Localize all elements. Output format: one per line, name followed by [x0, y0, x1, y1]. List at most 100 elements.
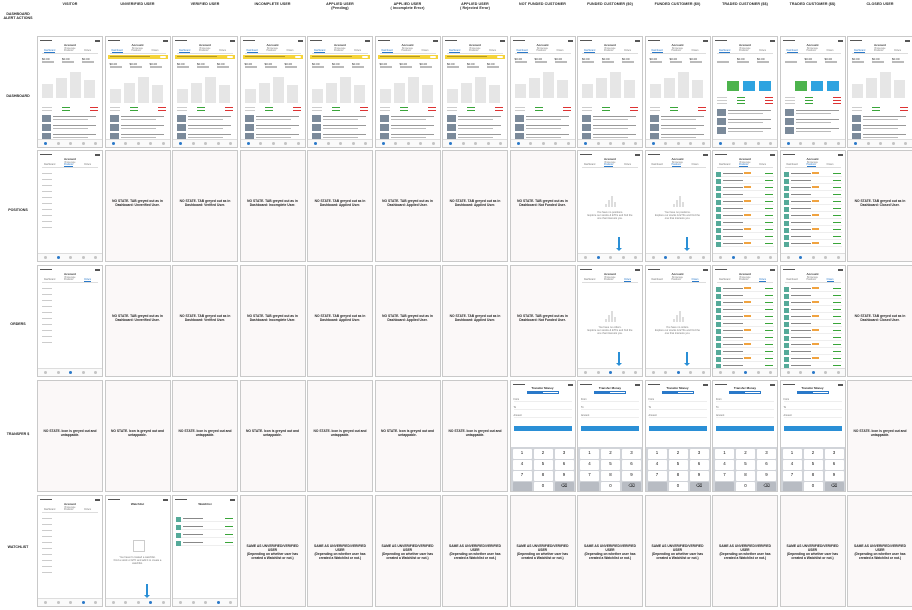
transfer-field[interactable]: To [783, 406, 842, 410]
list-row[interactable] [783, 300, 842, 306]
tab-orders[interactable]: Orders [84, 279, 92, 282]
tab-bar-icon[interactable] [449, 141, 452, 145]
tab-dashboard[interactable]: Dashboard [787, 164, 798, 166]
tab-bar-icon[interactable] [259, 141, 262, 145]
keypad-key[interactable]: 5 [601, 460, 620, 470]
keypad-key[interactable]: 1 [647, 449, 667, 459]
list-row[interactable] [783, 185, 842, 191]
list-row[interactable] [783, 342, 842, 348]
tab-orders[interactable]: Orders [84, 164, 91, 166]
tab-bar-icon[interactable] [351, 141, 355, 145]
tab-bar-icon[interactable] [56, 600, 60, 604]
list-row[interactable] [783, 286, 842, 292]
news-item[interactable] [109, 115, 166, 123]
tab-bar-icon[interactable] [111, 600, 115, 604]
tab-orders[interactable]: Orders [557, 50, 564, 52]
tab-bar-icon[interactable] [229, 600, 232, 604]
tab-orders[interactable]: Orders [219, 50, 226, 52]
list-row[interactable] [716, 199, 774, 205]
tab-bar-icon[interactable] [381, 141, 385, 145]
list-row[interactable] [783, 213, 842, 219]
tab-bar-icon[interactable] [554, 141, 557, 145]
tab-positions[interactable]: Positions [807, 279, 816, 281]
tab-bar-icon[interactable] [516, 141, 520, 145]
list-row[interactable] [716, 234, 774, 240]
keypad-key[interactable]: 6 [622, 460, 641, 470]
keypad-key[interactable]: ⌫ [554, 482, 574, 491]
tab-positions[interactable]: Positions [671, 164, 681, 167]
watchlist-row[interactable] [176, 524, 234, 530]
tab-bar-icon[interactable] [191, 141, 195, 145]
tab-positions[interactable]: Positions [672, 50, 681, 52]
tab-bar-icon[interactable] [621, 370, 625, 374]
keypad-key[interactable]: 9 [554, 471, 574, 481]
keypad-key[interactable]: 7 [647, 471, 667, 481]
tab-bar-icon[interactable] [731, 255, 735, 259]
news-item[interactable] [852, 124, 908, 132]
transfer-submit-button[interactable] [648, 426, 707, 431]
tab-bar-icon[interactable] [431, 141, 435, 145]
tab-bar-icon[interactable] [891, 141, 895, 145]
tab-bar-icon[interactable] [634, 141, 637, 145]
tab-bar-icon[interactable] [701, 141, 705, 145]
tab-bar-icon[interactable] [676, 255, 680, 259]
news-item[interactable] [244, 124, 301, 132]
tab-positions[interactable]: Positions [402, 50, 411, 52]
tab-bar-icon[interactable] [744, 370, 747, 374]
tab-dashboard[interactable]: Dashboard [786, 50, 798, 53]
news-item[interactable] [852, 115, 908, 123]
tab-positions[interactable]: Positions [739, 279, 748, 281]
tab-bar-icon[interactable] [461, 141, 465, 145]
keypad-key[interactable]: 0 [803, 482, 823, 491]
tab-bar-icon[interactable] [314, 141, 317, 145]
tab-orders[interactable]: Orders [624, 164, 631, 166]
tab-positions[interactable]: Positions [334, 50, 343, 52]
keypad-key[interactable]: 5 [736, 460, 755, 470]
alert-action-button[interactable] [429, 55, 436, 59]
tab-bar-icon[interactable] [836, 370, 840, 374]
tab-bar-icon[interactable] [689, 141, 692, 145]
tab-orders[interactable]: Orders [826, 279, 834, 282]
tab-bar-icon[interactable] [731, 370, 735, 374]
tab-bar-icon[interactable] [651, 141, 655, 145]
list-row[interactable] [783, 307, 842, 313]
keypad-key[interactable]: 5 [533, 460, 553, 470]
tab-bar-icon[interactable] [824, 255, 827, 259]
tab-bar-icon[interactable] [596, 370, 600, 374]
tab-bar-icon[interactable] [486, 141, 490, 145]
deposit-withdraw-toggle[interactable] [594, 391, 626, 394]
keypad-key[interactable]: ⌫ [622, 482, 641, 491]
tab-bar-icon[interactable] [216, 141, 220, 145]
alert-action-button[interactable] [362, 55, 368, 59]
list-row[interactable] [716, 293, 774, 299]
transfer-field[interactable]: To [716, 406, 774, 410]
tab-dashboard[interactable]: Dashboard [652, 279, 663, 281]
tab-bar-icon[interactable] [854, 141, 857, 145]
tab-bar-icon[interactable] [394, 141, 397, 145]
keypad-key[interactable]: ⌫ [757, 482, 776, 491]
tab-bar-icon[interactable] [136, 600, 140, 604]
list-row[interactable] [716, 314, 774, 320]
tab-bar-icon[interactable] [161, 141, 165, 145]
tab-bar-icon[interactable] [676, 141, 680, 145]
list-row[interactable] [783, 314, 842, 320]
tab-orders[interactable]: Orders [759, 164, 766, 166]
tab-bar-icon[interactable] [584, 370, 587, 374]
tab-bar-icon[interactable] [811, 370, 815, 374]
deposit-withdraw-toggle[interactable] [729, 391, 761, 394]
list-row[interactable] [716, 356, 774, 362]
news-item[interactable] [244, 115, 301, 123]
keypad-key[interactable]: 8 [601, 471, 620, 481]
alert-action-button[interactable] [159, 55, 166, 59]
tab-dashboard[interactable]: Dashboard [44, 164, 55, 166]
list-row[interactable] [716, 307, 774, 313]
tab-bar-icon[interactable] [769, 141, 772, 145]
tab-dashboard[interactable]: Dashboard [44, 509, 55, 511]
transfer-field[interactable]: Amount [513, 414, 572, 418]
transfer-field[interactable]: From [716, 398, 774, 402]
keypad-key[interactable]: 9 [622, 471, 641, 481]
transfer-field[interactable]: From [783, 398, 842, 402]
tab-bar-icon[interactable] [609, 255, 612, 259]
tab-bar-icon[interactable] [634, 255, 637, 259]
tab-bar-icon[interactable] [44, 600, 47, 604]
